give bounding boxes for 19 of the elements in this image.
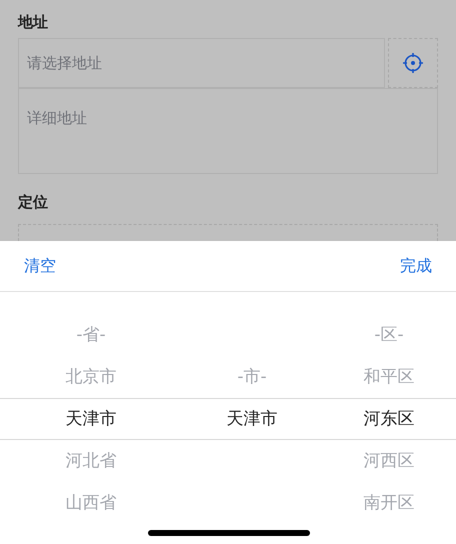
picker-option[interactable]: 河北省 (66, 440, 116, 482)
picker-option[interactable]: 山西省 (66, 482, 116, 524)
clear-button[interactable]: 清空 (24, 254, 56, 278)
picker-option[interactable]: 和平区 (364, 356, 414, 398)
section-label: 地址 (18, 12, 48, 33)
crosshair-icon (402, 52, 424, 74)
picker-option[interactable]: -省- (76, 314, 106, 356)
picker-option[interactable]: 河东区 (364, 398, 414, 440)
section-label: 定位 (18, 192, 48, 213)
picker-option[interactable]: 北京市 (66, 356, 116, 398)
picker-option[interactable]: 河西区 (364, 440, 414, 482)
picker-option[interactable]: -市- (237, 356, 267, 398)
picker-option[interactable]: 南开区 (364, 482, 414, 524)
done-button[interactable]: 完成 (400, 254, 432, 278)
detail-address-field[interactable]: 详细地址 (18, 88, 438, 174)
picker-option[interactable]: 天津市 (226, 398, 278, 440)
picker-option[interactable]: 天津市 (66, 398, 116, 440)
address-field[interactable]: 请选择地址 (18, 38, 385, 88)
picker-option[interactable]: -区- (374, 314, 404, 356)
